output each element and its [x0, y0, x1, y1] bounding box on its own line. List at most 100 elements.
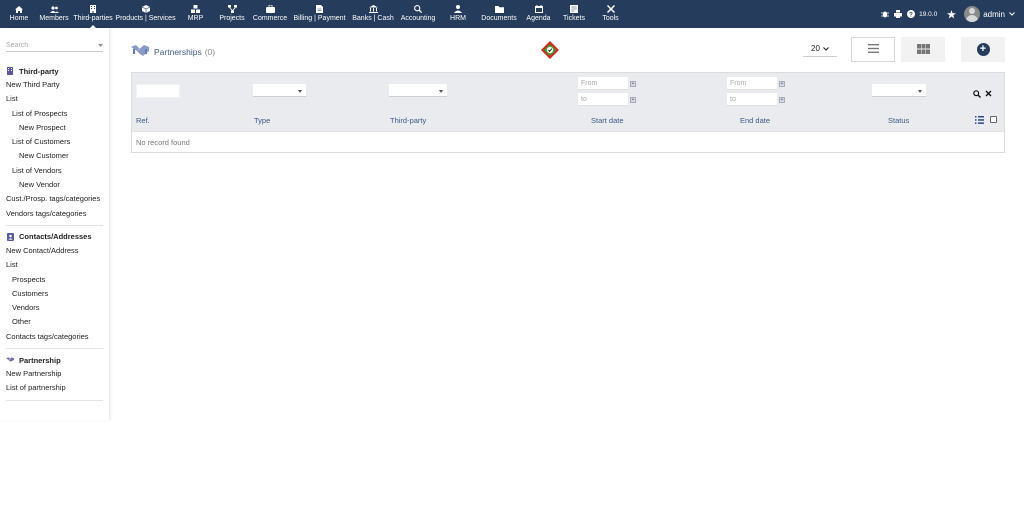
kanban-view-button[interactable] — [901, 37, 945, 62]
filter-status-select[interactable] — [872, 84, 926, 97]
sidebar-link-new-third-party[interactable]: New Third Party — [6, 78, 103, 92]
sidebar-contacts-title[interactable]: Contacts/Addresses — [6, 230, 103, 244]
select-all-checkbox[interactable] — [990, 116, 997, 123]
date-picker-icon[interactable]: + — [779, 81, 785, 87]
left-sidebar: Search Third-party New Third Party List … — [0, 28, 110, 420]
tools-icon — [606, 4, 616, 14]
sidebar-link-contact-vendors[interactable]: Vendors — [6, 301, 103, 315]
sitemap-icon — [227, 4, 237, 14]
handshake-icon — [6, 356, 14, 364]
menu-members-label: Members — [39, 15, 69, 22]
sidebar-link-list-vendors[interactable]: List of Vendors — [6, 164, 103, 178]
sidebar-link-new-customer[interactable]: New Customer — [6, 149, 103, 163]
filter-end-to-input[interactable]: to — [727, 93, 777, 106]
column-header-thirdparty[interactable]: Third-party — [390, 116, 426, 125]
menu-tickets[interactable]: Tickets — [556, 0, 592, 28]
column-header-start-date[interactable]: Start date — [591, 116, 624, 125]
menu-hrm-label: HRM — [450, 15, 466, 22]
menu-thirdparties[interactable]: Third-parties — [72, 0, 114, 28]
top-menu-bar: Home Members Third-parties Products | Se… — [0, 0, 1024, 28]
sidebar-link-new-vendor[interactable]: New Vendor — [6, 178, 103, 192]
partnership-list-table: From + to + From + to + Ref. Type Third-… — [131, 72, 1005, 153]
clear-filter-icon[interactable] — [984, 90, 993, 99]
list-view-button[interactable] — [851, 37, 895, 62]
sidebar-link-new-partnership[interactable]: New Partnership — [6, 367, 103, 381]
page-limit-value: 20 — [811, 44, 820, 53]
sidebar-link-contact-other[interactable]: Other — [6, 315, 103, 329]
menu-commerce[interactable]: Commerce — [250, 0, 290, 28]
menu-products[interactable]: Products | Services — [114, 0, 177, 28]
column-header-ref[interactable]: Ref. — [136, 116, 150, 125]
bookmark-star-icon[interactable] — [947, 9, 957, 19]
help-icon[interactable]: ? — [906, 10, 915, 19]
sidebar-link-cust-tags[interactable]: Cust./Prosp. tags/categories — [6, 192, 103, 206]
users-icon — [49, 4, 59, 14]
menu-billing[interactable]: Billing | Payment — [290, 0, 349, 28]
version-label: 19.0.0 — [919, 10, 938, 18]
search-dollar-icon — [413, 4, 423, 14]
search-icon[interactable] — [972, 90, 981, 99]
filter-start-from-input[interactable]: From — [578, 77, 628, 90]
sidebar-link-list[interactable]: List — [6, 92, 103, 106]
menu-tickets-label: Tickets — [563, 15, 585, 22]
sidebar-link-contact-customers[interactable]: Customers — [6, 287, 103, 301]
list-view-icon — [867, 44, 879, 55]
main-menu: Home Members Third-parties Products | Se… — [0, 0, 629, 28]
menu-mrp[interactable]: MRP — [177, 0, 214, 28]
menu-members[interactable]: Members — [36, 0, 72, 28]
date-picker-icon[interactable]: + — [779, 97, 785, 103]
sidebar-link-list-customers[interactable]: List of Customers — [6, 135, 103, 149]
menu-tools[interactable]: Tools — [592, 0, 629, 28]
column-header-type[interactable]: Type — [254, 116, 270, 125]
page-limit-select[interactable]: 20 — [803, 41, 837, 57]
sidebar-link-vendor-tags[interactable]: Vendors tags/categories — [6, 207, 103, 221]
column-header-status[interactable]: Status — [888, 116, 909, 125]
filter-end-from-input[interactable]: From — [727, 77, 777, 90]
sidebar-link-new-prospect[interactable]: New Prospect — [6, 121, 103, 135]
menu-documents[interactable]: Documents — [477, 0, 521, 28]
cube-icon — [141, 4, 151, 14]
avatar[interactable] — [964, 6, 981, 22]
sidebar-partnership-title[interactable]: Partnership — [6, 353, 103, 367]
menu-hrm[interactable]: HRM — [439, 0, 477, 28]
sidebar-thirdparty-title[interactable]: Third-party — [6, 64, 103, 78]
user-name[interactable]: admin — [983, 10, 1005, 19]
column-header-end-date[interactable]: End date — [740, 116, 770, 125]
menu-agenda-label: Agenda — [526, 15, 551, 22]
menu-home-label: Home — [9, 15, 29, 22]
filter-type-select[interactable] — [253, 84, 306, 97]
chevron-down-icon[interactable] — [1007, 10, 1016, 19]
suitcase-icon — [265, 4, 275, 14]
building-icon — [88, 4, 98, 14]
menu-projects[interactable]: Projects — [214, 0, 250, 28]
sidebar-link-new-contact[interactable]: New Contact/Address — [6, 244, 103, 258]
menu-home[interactable]: Home — [2, 0, 36, 28]
sidebar-link-contact-tags[interactable]: Contacts tags/categories — [6, 330, 103, 344]
menu-billing-label: Billing | Payment — [293, 15, 346, 22]
user-tie-icon — [453, 4, 463, 14]
column-selector-icon[interactable] — [975, 116, 984, 124]
grid-view-icon — [916, 43, 930, 56]
search-placeholder: Search — [6, 42, 29, 49]
page-title: Partnerships — [154, 47, 202, 57]
menu-banks[interactable]: Banks | Cash — [349, 0, 397, 28]
empty-row: No record found — [132, 131, 1004, 152]
sidebar-link-partnership-list[interactable]: List of partnership — [6, 381, 103, 395]
filter-row: From + to + From + to + Ref. Type Third-… — [132, 73, 1004, 131]
menu-documents-label: Documents — [481, 15, 517, 22]
date-picker-icon[interactable]: + — [630, 97, 636, 103]
sidebar-link-contact-prospects[interactable]: Prospects — [6, 273, 103, 287]
print-icon[interactable] — [893, 10, 902, 19]
search-input[interactable]: Search — [6, 40, 103, 52]
filter-ref-input[interactable] — [136, 84, 180, 98]
menu-accounting[interactable]: Accounting — [397, 0, 439, 28]
sidebar-link-contact-list[interactable]: List — [6, 258, 103, 272]
filter-thirdparty-select[interactable] — [389, 84, 447, 97]
date-picker-icon[interactable]: + — [630, 81, 636, 87]
chevron-down-icon — [98, 42, 103, 49]
new-partnership-button[interactable]: + — [961, 37, 1005, 62]
sidebar-link-list-prospects[interactable]: List of Prospects — [6, 107, 103, 121]
menu-agenda[interactable]: Agenda — [521, 0, 556, 28]
filter-start-to-input[interactable]: to — [578, 93, 628, 106]
bug-icon[interactable] — [880, 10, 889, 19]
